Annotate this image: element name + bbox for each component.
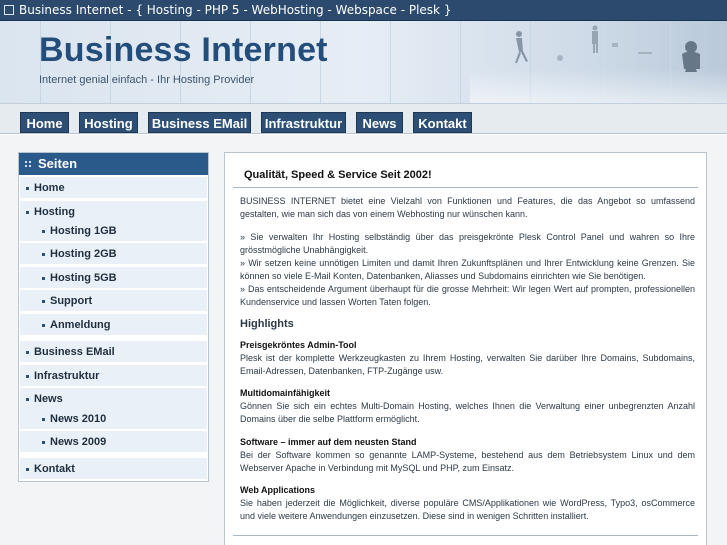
sidebar-item-label: Kontakt (34, 463, 75, 475)
sidebar-item-label: Hosting (34, 206, 75, 218)
title-divider (233, 187, 698, 188)
nav-home[interactable]: Home (20, 112, 69, 133)
sidebar-item-label: Hosting 1GB (50, 225, 117, 237)
brand-subtitle: Internet genial einfach - Ihr Hosting Pr… (39, 74, 255, 86)
sidebar-item-business-email[interactable]: Business EMail (20, 341, 207, 363)
bullet-icon (26, 375, 29, 378)
nav-infrastruktur[interactable]: Infrastruktur (261, 112, 346, 133)
intro-text: BUSINESS INTERNET bietet eine Vielzahl v… (240, 196, 695, 219)
sidebar: Seiten Home Hosting Hosting 1GB Hosting … (18, 152, 209, 482)
sidebar-item-kontakt[interactable]: Kontakt (20, 458, 207, 480)
bullet-icon (42, 300, 45, 303)
bullet-icon (42, 324, 45, 327)
sidebar-item-label: Hosting 2GB (50, 248, 117, 260)
sidebar-item-label: Home (34, 182, 65, 194)
sidebar-item-anmeldung[interactable]: Anmeldung (20, 314, 207, 336)
sidebar-item-hosting-5gb[interactable]: Hosting 5GB (20, 267, 207, 289)
bullet-icon (42, 277, 45, 280)
sidebar-item-hosting-2gb[interactable]: Hosting 2GB (20, 243, 207, 265)
sidebar-item-label: News 2010 (50, 413, 107, 425)
sidebar-heading: Seiten (19, 153, 208, 175)
bullet-icon (26, 351, 29, 354)
sidebar-item-label: News 2009 (50, 436, 107, 448)
highlight-text: Gönnen Sie sich ein echtes Multi-Domain … (240, 401, 695, 424)
bullet-icon (26, 211, 29, 214)
sidebar-item-home[interactable]: Home (20, 177, 207, 199)
sidebar-item-label: News (34, 393, 63, 405)
grip-icon (25, 161, 31, 167)
bullet-icon (42, 441, 45, 444)
nav-news[interactable]: News (356, 112, 403, 133)
site-banner: Business Internet Internet genial einfac… (0, 21, 727, 104)
sidebar-item-label: Infrastruktur (34, 370, 100, 382)
window-title: Business Internet - { Hosting - PHP 5 - … (19, 3, 452, 17)
sidebar-item-news-2010[interactable]: News 2010 (20, 408, 207, 430)
highlight-title: Preisgekröntes Admin-Tool (240, 340, 357, 350)
highlight-text: Sie haben jederzeit die Möglichkeit, div… (240, 498, 695, 521)
highlights-heading: Highlights (240, 318, 294, 330)
feature-bullets: » Sie verwalten Ihr Hosting selbständig … (240, 232, 695, 307)
main-nav: Home Hosting Business EMail Infrastruktu… (0, 104, 727, 134)
bullet-icon (26, 398, 29, 401)
nav-kontakt[interactable]: Kontakt (413, 112, 472, 133)
sidebar-item-support[interactable]: Support (20, 290, 207, 312)
bullet-icon (42, 253, 45, 256)
sidebar-item-label: Anmeldung (50, 319, 111, 331)
highlight-title: Software – immer auf dem neusten Stand (240, 437, 417, 447)
sidebar-item-label: Support (50, 295, 93, 307)
bullet-icon (42, 418, 45, 421)
sidebar-heading-label: Seiten (38, 156, 78, 171)
nav-hosting[interactable]: Hosting (79, 112, 138, 133)
brand-title: Business Internet (39, 31, 328, 69)
sidebar-item-news-2009[interactable]: News 2009 (20, 431, 207, 453)
business-people-illustration (515, 25, 700, 72)
window-titlebar: Business Internet - { Hosting - PHP 5 - … (0, 0, 727, 21)
highlight-text: Bei der Software kommen so genannte LAMP… (240, 450, 695, 473)
sidebar-item-news[interactable]: News (20, 388, 207, 410)
bullet-icon (42, 230, 45, 233)
content-title: Qualität, Speed & Service Seit 2002! (244, 169, 432, 181)
sidebar-item-label: Hosting 5GB (50, 272, 117, 284)
highlight-title: Web Applications (240, 485, 316, 495)
highlight-title: Multidomainfähigkeit (240, 388, 330, 398)
main-content: Qualität, Speed & Service Seit 2002! BUS… (224, 152, 707, 545)
bullet-icon (26, 468, 29, 471)
page-icon (4, 5, 14, 15)
sidebar-item-infrastruktur[interactable]: Infrastruktur (20, 365, 207, 387)
sidebar-item-hosting-1gb[interactable]: Hosting 1GB (20, 220, 207, 242)
bottom-divider (233, 535, 698, 536)
sidebar-item-label: Business EMail (34, 346, 115, 358)
nav-business-email[interactable]: Business EMail (148, 112, 251, 133)
bullet-icon (26, 187, 29, 190)
highlight-text: Plesk ist der komplette Werkzeugkasten z… (240, 353, 695, 376)
